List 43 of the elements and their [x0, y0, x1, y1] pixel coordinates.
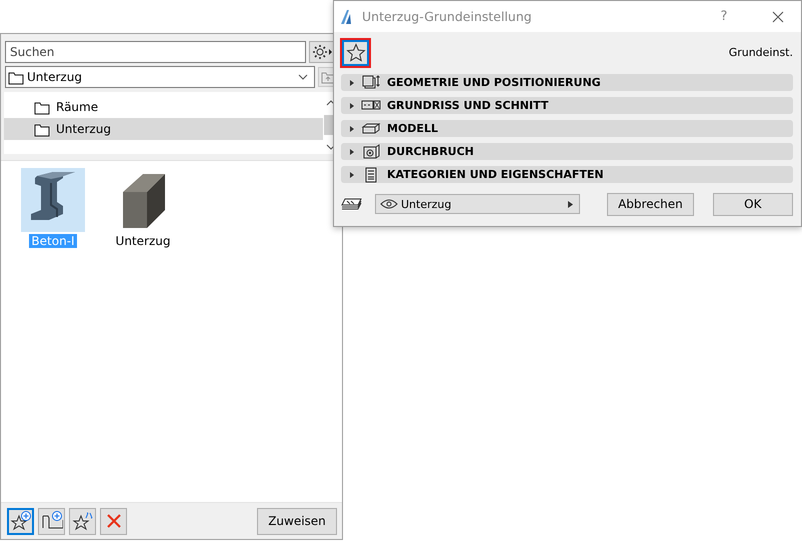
triangle-right-icon	[349, 126, 355, 132]
star-swap-button[interactable]	[69, 508, 96, 534]
chevron-down-icon	[298, 74, 308, 80]
preset-label: Grundeinst.	[728, 46, 793, 59]
section-header[interactable]: DURCHBRUCH	[341, 143, 793, 160]
triangle-right-icon	[568, 200, 574, 208]
search-field[interactable]: Suchen	[5, 41, 306, 63]
ok-button[interactable]: OK	[712, 192, 793, 216]
close-icon	[772, 10, 784, 22]
favorites-button[interactable]	[340, 38, 371, 68]
window-title: Unterzug-Grundeinstellung	[362, 9, 533, 24]
layer-dropdown[interactable]: Unterzug	[375, 194, 580, 214]
assign-button[interactable]: Zuweisen	[257, 508, 337, 534]
geometry-icon	[361, 74, 381, 91]
cancel-button[interactable]: Abbrechen	[607, 192, 694, 216]
layers-icon	[341, 197, 363, 211]
add-favorite-icon	[10, 510, 32, 532]
settings-button[interactable]	[309, 41, 334, 63]
star-icon	[346, 42, 366, 62]
app-logo-icon	[340, 8, 352, 24]
folder-icon	[34, 100, 50, 114]
triangle-right-icon	[349, 172, 355, 178]
folder-icon	[34, 122, 50, 136]
folder-icon	[8, 70, 24, 84]
star-swap-icon	[72, 510, 94, 532]
triangle-right-icon	[349, 102, 355, 108]
hole-icon	[361, 143, 381, 160]
eye-icon	[380, 199, 398, 209]
section-header[interactable]: MODELL	[341, 120, 793, 137]
tree-item[interactable]: Unterzug	[4, 118, 323, 140]
triangle-right-icon	[349, 148, 355, 154]
add-folder-button[interactable]	[38, 508, 65, 534]
item-label[interactable]: Unterzug	[114, 234, 172, 248]
settings-icon	[310, 44, 332, 60]
add-favorite-button[interactable]	[7, 508, 34, 534]
section-header[interactable]: GRUNDRISS UND SCHNITT	[341, 97, 793, 114]
help-button[interactable]: ?	[717, 9, 731, 24]
section-header[interactable]: KATEGORIEN UND EIGENSCHAFTEN	[341, 166, 793, 183]
section-header[interactable]: GEOMETRIE UND POSITIONIERUNG	[341, 74, 793, 91]
library-item-tile[interactable]	[21, 168, 85, 232]
folder-dropdown[interactable]: Unterzug	[5, 66, 315, 88]
tree-item[interactable]: Räume	[4, 96, 323, 118]
triangle-right-icon	[349, 80, 355, 86]
